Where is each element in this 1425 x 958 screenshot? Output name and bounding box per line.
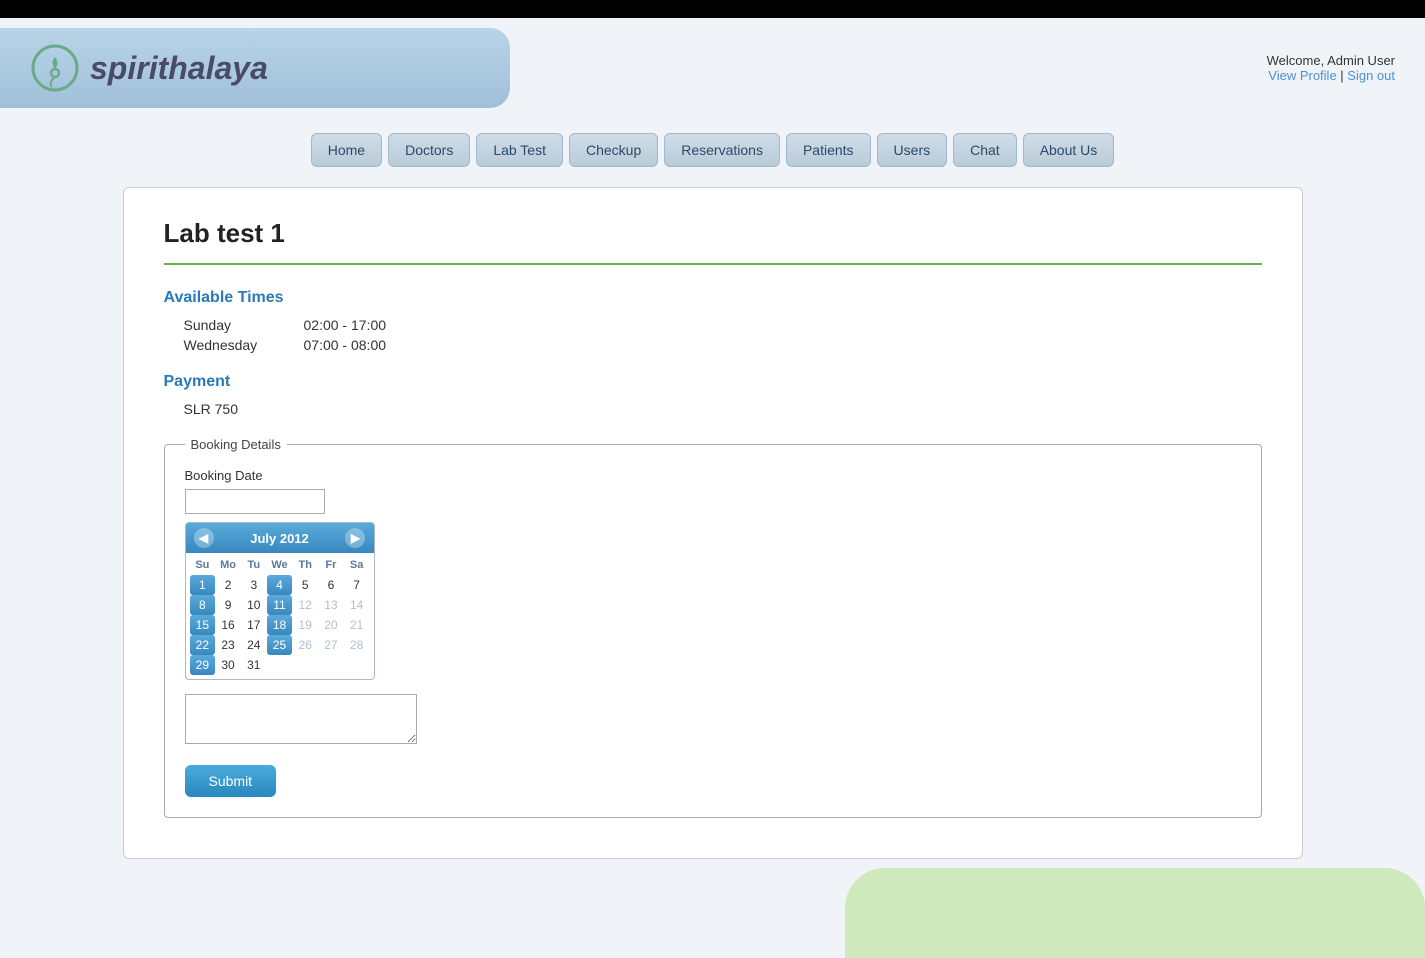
sign-out-link[interactable]: Sign out <box>1347 68 1395 83</box>
bottom-decoration <box>845 868 1425 958</box>
calendar-day-1-0[interactable]: 8 <box>190 595 216 615</box>
calendar-prev-button[interactable]: ◀ <box>194 528 214 548</box>
nav-users[interactable]: Users <box>877 133 948 167</box>
day-header-mo: Mo <box>215 557 241 573</box>
day-header-tu: Tu <box>241 557 267 573</box>
nav-reservations[interactable]: Reservations <box>664 133 780 167</box>
payment-section: Payment SLR 750 <box>164 373 1262 417</box>
calendar-day-1-4[interactable]: 12 <box>292 595 318 615</box>
nav-checkup[interactable]: Checkup <box>569 133 658 167</box>
calendar-day-3-5[interactable]: 27 <box>318 635 344 655</box>
calendar-day-4-4 <box>292 655 318 675</box>
nav-labtest[interactable]: Lab Test <box>476 133 563 167</box>
booking-details-fieldset: Booking Details Booking Date ◀ July 2012… <box>164 437 1262 818</box>
calendar-day-headers: Su Mo Tu We Th Fr Sa <box>190 557 370 573</box>
calendar-day-1-3[interactable]: 11 <box>267 595 293 615</box>
calendar-header: ◀ July 2012 ▶ <box>186 523 374 553</box>
calendar-day-2-2[interactable]: 17 <box>241 615 267 635</box>
calendar-day-1-5[interactable]: 13 <box>318 595 344 615</box>
calendar-next-button[interactable]: ▶ <box>345 528 365 548</box>
booking-date-label: Booking Date <box>185 468 1241 483</box>
calendar-day-1-2[interactable]: 10 <box>241 595 267 615</box>
calendar-grid: 1234567891011121314151617181920212223242… <box>190 575 370 675</box>
available-times-section: Available Times Sunday 02:00 - 17:00 Wed… <box>164 289 1262 353</box>
day-header-th: Th <box>292 557 318 573</box>
schedule-day-1: Wednesday <box>184 337 284 353</box>
calendar-day-4-0[interactable]: 29 <box>190 655 216 675</box>
calendar-day-1-1[interactable]: 9 <box>215 595 241 615</box>
calendar-day-0-4[interactable]: 5 <box>292 575 318 595</box>
calendar-day-0-5[interactable]: 6 <box>318 575 344 595</box>
calendar-day-3-0[interactable]: 22 <box>190 635 216 655</box>
calendar-day-2-5[interactable]: 20 <box>318 615 344 635</box>
submit-button[interactable]: Submit <box>185 765 277 797</box>
booking-date-input[interactable] <box>185 489 325 514</box>
booking-legend: Booking Details <box>185 437 287 452</box>
calendar-day-0-1[interactable]: 2 <box>215 575 241 595</box>
calendar-body: Su Mo Tu We Th Fr Sa 1234567891011121314… <box>186 553 374 679</box>
logo-text: spirithalaya <box>90 50 268 87</box>
logo-area: spirithalaya <box>0 28 510 108</box>
calendar-day-3-4[interactable]: 26 <box>292 635 318 655</box>
page-title: Lab test 1 <box>164 218 1262 249</box>
calendar-day-4-1[interactable]: 30 <box>215 655 241 675</box>
calendar-day-4-5 <box>318 655 344 675</box>
calendar-day-0-0[interactable]: 1 <box>190 575 216 595</box>
logo-icon <box>30 43 80 93</box>
calendar: ◀ July 2012 ▶ Su Mo Tu We Th Fr Sa 12345… <box>185 522 375 680</box>
calendar-day-3-1[interactable]: 23 <box>215 635 241 655</box>
calendar-day-1-6[interactable]: 14 <box>344 595 370 615</box>
view-profile-link[interactable]: View Profile <box>1268 68 1336 83</box>
available-times-heading: Available Times <box>164 289 1262 307</box>
schedule-row-0: Sunday 02:00 - 17:00 <box>184 317 1262 333</box>
nav-bar: Home Doctors Lab Test Checkup Reservatio… <box>0 118 1425 187</box>
user-greeting: Welcome, Admin User <box>1267 53 1395 68</box>
calendar-day-4-3 <box>267 655 293 675</box>
top-bar <box>0 0 1425 18</box>
calendar-day-0-6[interactable]: 7 <box>344 575 370 595</box>
calendar-day-2-4[interactable]: 19 <box>292 615 318 635</box>
header: spirithalaya Welcome, Admin User View Pr… <box>0 18 1425 118</box>
calendar-day-3-6[interactable]: 28 <box>344 635 370 655</box>
calendar-day-2-6[interactable]: 21 <box>344 615 370 635</box>
calendar-day-0-3[interactable]: 4 <box>267 575 293 595</box>
nav-aboutus[interactable]: About Us <box>1023 133 1115 167</box>
calendar-day-0-2[interactable]: 3 <box>241 575 267 595</box>
day-header-sa: Sa <box>344 557 370 573</box>
calendar-day-2-1[interactable]: 16 <box>215 615 241 635</box>
divider <box>164 263 1262 265</box>
payment-amount: SLR 750 <box>184 401 1262 417</box>
user-info: Welcome, Admin User View Profile | Sign … <box>1267 53 1405 83</box>
booking-notes-textarea[interactable] <box>185 694 417 744</box>
day-header-su: Su <box>190 557 216 573</box>
schedule-time-1: 07:00 - 08:00 <box>304 337 387 353</box>
calendar-day-3-3[interactable]: 25 <box>267 635 293 655</box>
calendar-day-2-3[interactable]: 18 <box>267 615 293 635</box>
schedule-row-1: Wednesday 07:00 - 08:00 <box>184 337 1262 353</box>
calendar-day-4-2[interactable]: 31 <box>241 655 267 675</box>
schedule-time-0: 02:00 - 17:00 <box>304 317 387 333</box>
nav-patients[interactable]: Patients <box>786 133 871 167</box>
payment-heading: Payment <box>164 373 1262 391</box>
day-header-fr: Fr <box>318 557 344 573</box>
day-header-we: We <box>267 557 293 573</box>
schedule-table: Sunday 02:00 - 17:00 Wednesday 07:00 - 0… <box>184 317 1262 353</box>
nav-doctors[interactable]: Doctors <box>388 133 470 167</box>
schedule-day-0: Sunday <box>184 317 284 333</box>
calendar-day-3-2[interactable]: 24 <box>241 635 267 655</box>
nav-home[interactable]: Home <box>311 133 382 167</box>
calendar-day-4-6 <box>344 655 370 675</box>
calendar-day-2-0[interactable]: 15 <box>190 615 216 635</box>
calendar-month-year: July 2012 <box>250 531 309 546</box>
main-content: Lab test 1 Available Times Sunday 02:00 … <box>123 187 1303 859</box>
nav-chat[interactable]: Chat <box>953 133 1017 167</box>
